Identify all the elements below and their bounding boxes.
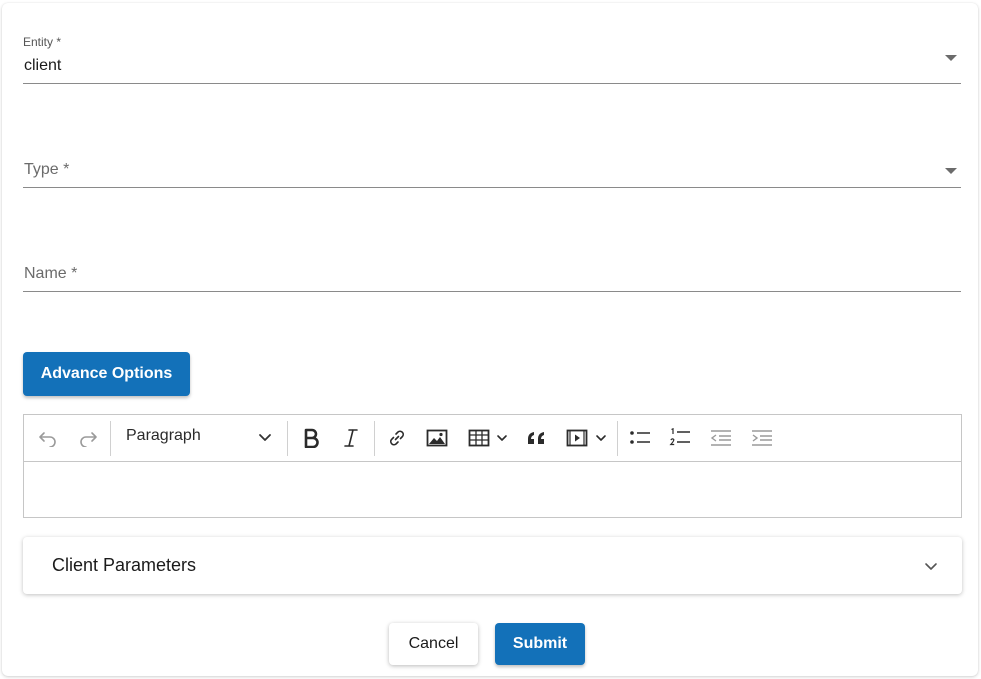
- entity-select[interactable]: Entity * client: [23, 33, 961, 84]
- toolbar-separator: [110, 421, 111, 456]
- accordion-title: Client Parameters: [52, 555, 197, 575]
- submit-button[interactable]: Submit: [495, 623, 585, 665]
- cancel-button[interactable]: Cancel: [389, 623, 478, 665]
- media-icon[interactable]: [564, 425, 590, 451]
- undo-icon[interactable]: [35, 425, 61, 451]
- table-icon[interactable]: [466, 425, 492, 451]
- name-placeholder: Name *: [24, 265, 78, 282]
- dropdown-arrow-icon: [945, 55, 957, 61]
- numbered-list-icon[interactable]: [667, 425, 693, 451]
- redo-icon[interactable]: [75, 425, 101, 451]
- rich-text-editor: Paragraph: [23, 414, 962, 518]
- link-icon[interactable]: [384, 425, 410, 451]
- indent-icon[interactable]: [749, 425, 775, 451]
- toolbar-separator: [617, 421, 618, 456]
- editor-content-area[interactable]: [24, 462, 961, 518]
- entity-label: Entity *: [23, 35, 62, 49]
- entity-value: client: [24, 57, 62, 74]
- type-select[interactable]: Type *: [23, 138, 961, 188]
- image-icon[interactable]: [424, 425, 450, 451]
- advance-options-button[interactable]: Advance Options: [23, 352, 190, 396]
- chevron-down-icon: [924, 559, 938, 577]
- name-input[interactable]: Name *: [23, 243, 961, 292]
- blockquote-icon[interactable]: [524, 425, 550, 451]
- type-placeholder: Type *: [24, 161, 70, 178]
- chevron-down-icon[interactable]: [593, 425, 609, 451]
- dropdown-arrow-icon: [945, 168, 957, 174]
- toolbar-separator: [374, 421, 375, 456]
- editor-toolbar: Paragraph: [24, 415, 961, 462]
- bold-icon[interactable]: [298, 425, 324, 451]
- form-card: Entity * client Type * Name * Advance Op…: [2, 3, 978, 676]
- client-parameters-accordion[interactable]: Client Parameters: [23, 537, 962, 594]
- chevron-down-icon[interactable]: [255, 425, 275, 451]
- toolbar-separator: [287, 421, 288, 456]
- italic-icon[interactable]: [338, 425, 364, 451]
- bulleted-list-icon[interactable]: [627, 425, 653, 451]
- block-format-dropdown[interactable]: Paragraph: [126, 427, 201, 445]
- chevron-down-icon[interactable]: [494, 425, 510, 451]
- outdent-icon[interactable]: [708, 425, 734, 451]
